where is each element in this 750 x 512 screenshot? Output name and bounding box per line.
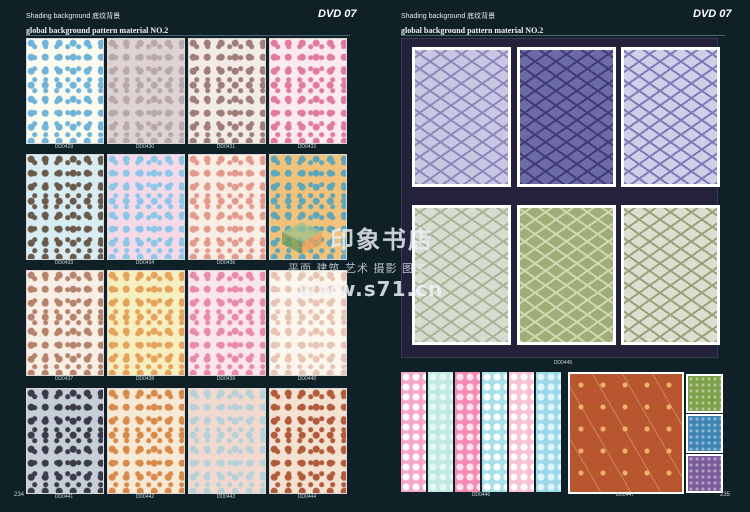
- large-pattern-panel: [621, 205, 720, 345]
- pattern-tile: [26, 38, 104, 144]
- pattern-tile: [188, 270, 266, 376]
- large-pattern-panel: [517, 47, 616, 187]
- strip-pattern: [509, 372, 534, 492]
- large-pattern-panel: [621, 47, 720, 187]
- watermark-url: www.s71.cn: [298, 277, 444, 301]
- watermark-subtitle: 平面 建筑 艺术 摄影 图库: [288, 262, 426, 275]
- pattern-tile: [269, 388, 347, 494]
- pattern-tile: [107, 270, 185, 376]
- strip-pattern: [536, 372, 561, 492]
- strip-pattern: [428, 372, 453, 492]
- right-page: Shading background 底纹背景 DVD 07 global ba…: [375, 0, 750, 512]
- strip-pattern: [455, 372, 480, 492]
- big-pattern-caption: DD0445: [553, 360, 573, 366]
- section-header: Shading background 底纹背景: [26, 13, 121, 20]
- dvd-badge: DVD 07: [318, 8, 357, 20]
- pattern-tile: [26, 270, 104, 376]
- tile-code: DD0433: [54, 260, 74, 266]
- strips-caption: DD0446: [471, 492, 491, 498]
- tile-code: DD0437: [54, 376, 74, 382]
- section-header: Shading background 底纹背景: [401, 13, 496, 20]
- pattern-tile: [26, 388, 104, 494]
- dvd-badge: DVD 07: [693, 8, 732, 20]
- color-swatch: [686, 374, 723, 413]
- tile-code: DD0438: [135, 376, 155, 382]
- pattern-tile: [188, 154, 266, 260]
- large-pattern-panel: [517, 205, 616, 345]
- pattern-tile: [107, 154, 185, 260]
- retro-caption: DD0447: [615, 492, 635, 498]
- pattern-tile: [188, 388, 266, 494]
- tile-code: DD0429: [54, 144, 74, 150]
- tile-code: DD0440: [297, 376, 317, 382]
- color-swatch: [686, 414, 723, 453]
- tile-code: DD0436: [216, 260, 236, 266]
- pattern-tile: [107, 388, 185, 494]
- tile-code: DD0442: [135, 494, 155, 500]
- tile-code: DD0441: [54, 494, 74, 500]
- header-divider: [401, 35, 725, 36]
- tile-code: DD0444: [297, 494, 317, 500]
- tile-code: DD0434: [135, 260, 155, 266]
- page-number: 234: [14, 492, 25, 498]
- pattern-tile: [107, 38, 185, 144]
- left-page: Shading background 底纹背景 DVD 07 global ba…: [0, 0, 375, 512]
- color-swatch: [686, 454, 723, 493]
- section-subtitle: global background pattern material NO.2: [26, 26, 169, 35]
- section-subtitle: global background pattern material NO.2: [401, 26, 544, 35]
- pattern-tile: [188, 38, 266, 144]
- large-pattern-panel: [412, 47, 511, 187]
- tile-code: DD0431: [216, 144, 236, 150]
- tile-code: DD0439: [216, 376, 236, 382]
- tile-code: DD0432: [297, 144, 317, 150]
- retro-pattern: [568, 372, 684, 494]
- header-divider: [26, 35, 350, 36]
- watermark-logo-icon: [282, 222, 322, 254]
- tile-code: DD0430: [135, 144, 155, 150]
- page-number: 235: [720, 492, 731, 498]
- watermark-title: 印象书店: [330, 226, 434, 254]
- pattern-tile: [26, 154, 104, 260]
- pattern-tile: [269, 38, 347, 144]
- big-pattern-frame: [401, 38, 720, 358]
- strip-pattern: [401, 372, 426, 492]
- tile-code: DD0443: [216, 494, 236, 500]
- strip-pattern: [482, 372, 507, 492]
